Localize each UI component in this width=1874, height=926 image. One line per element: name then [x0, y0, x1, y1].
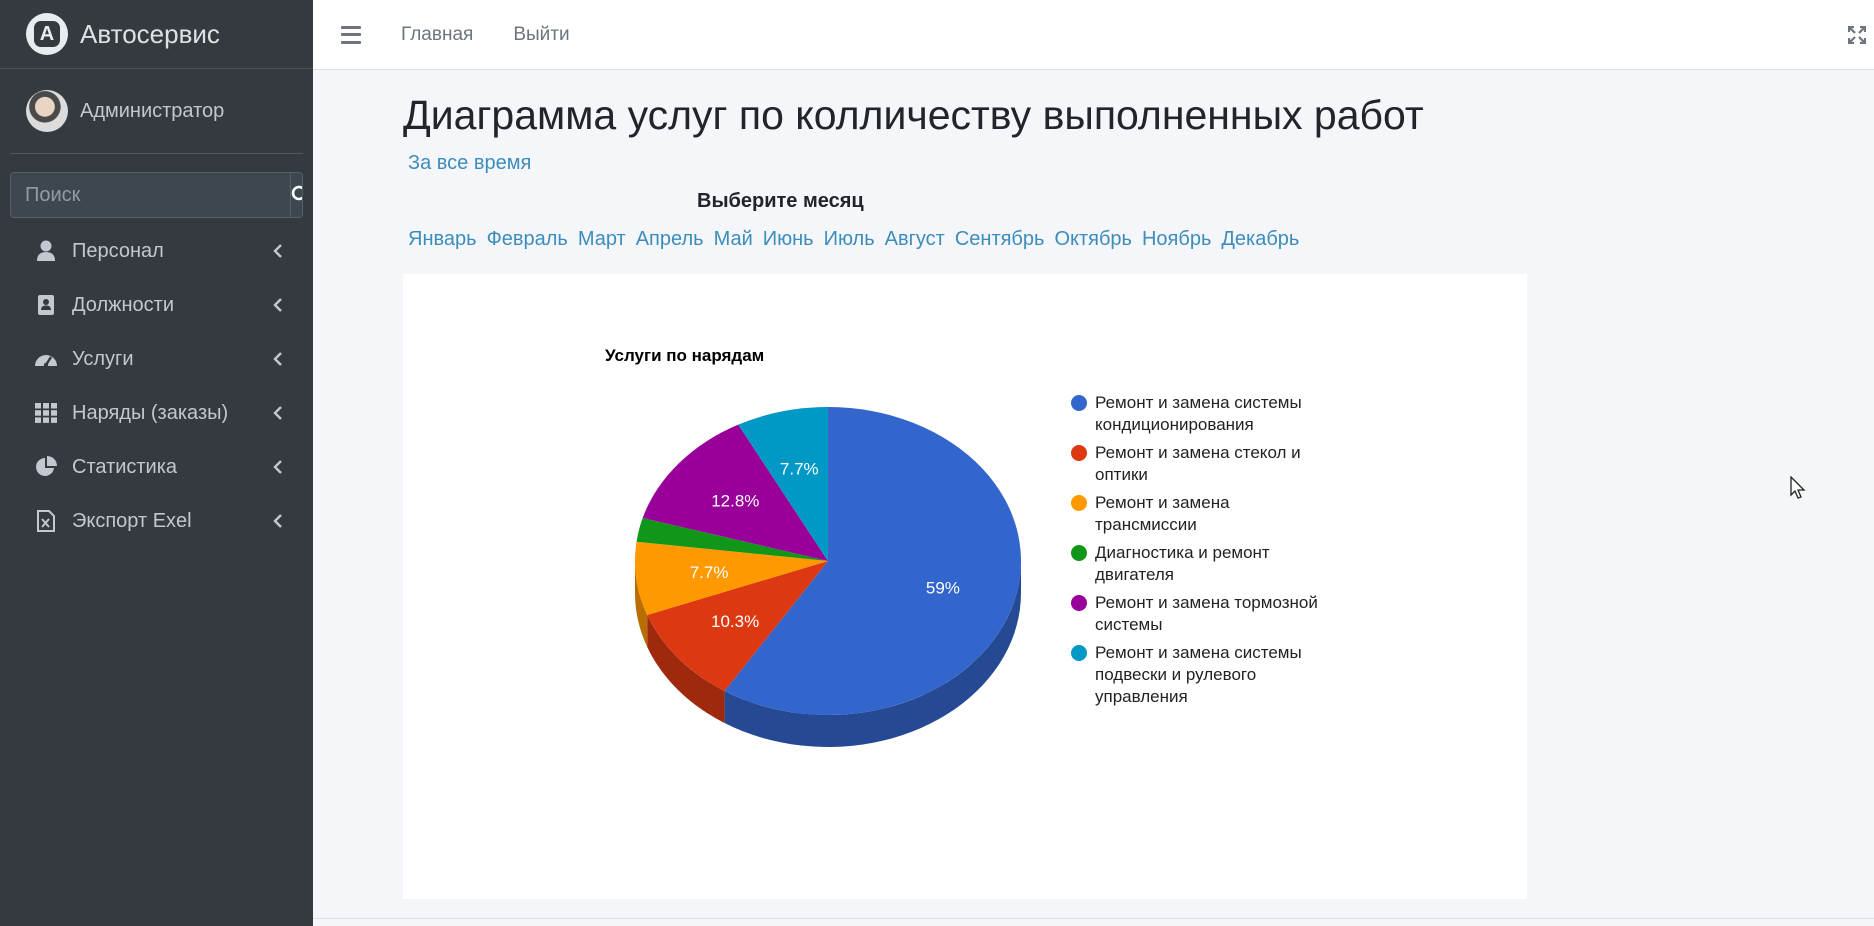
brand-link[interactable]: A Автосервис — [0, 0, 313, 69]
pie-slice-label: 10.3% — [711, 612, 759, 631]
chevron-left-icon — [273, 352, 282, 366]
sidebar-search — [10, 172, 303, 218]
pie-slice-label: 59% — [926, 579, 960, 598]
chevron-left-icon — [273, 460, 282, 474]
pie-slice-label: 7.7% — [690, 563, 729, 582]
top-navbar: Главная Выйти — [313, 0, 1874, 70]
sidebar-item-label: Наряды (заказы) — [72, 401, 229, 424]
logout-link[interactable]: Выйти — [513, 24, 569, 46]
month-link-october[interactable]: Октябрь — [1054, 228, 1132, 251]
legend-dot — [1071, 395, 1087, 411]
grid-icon — [34, 401, 58, 425]
month-link-june[interactable]: Июнь — [763, 228, 814, 251]
footer-divider — [313, 918, 1874, 919]
user-name: Администратор — [80, 99, 225, 122]
chevron-left-icon — [273, 298, 282, 312]
legend-item: Ремонт и замена системы подвески и рулев… — [1071, 642, 1331, 708]
sidebar-item-label: Должности — [72, 293, 175, 316]
chart-legend: Ремонт и замена системы кондиционировани… — [1071, 392, 1331, 714]
sidebar-item-services[interactable]: Услуги — [0, 332, 313, 386]
sidebar-item-positions[interactable]: Должности — [0, 278, 313, 332]
excel-file-icon — [34, 509, 58, 533]
pie-chart-icon — [34, 455, 58, 479]
legend-item: Ремонт и замена трансмиссии — [1071, 492, 1331, 536]
month-link-february[interactable]: Февраль — [487, 228, 568, 251]
month-link-march[interactable]: Март — [578, 228, 626, 251]
legend-item: Ремонт и замена системы кондиционировани… — [1071, 392, 1331, 436]
legend-label: Ремонт и замена системы кондиционировани… — [1095, 393, 1302, 434]
legend-label: Ремонт и замена стекол и оптики — [1095, 443, 1301, 484]
avatar — [26, 90, 68, 132]
sidebar-item-label: Экспорт Exel — [72, 509, 192, 532]
chevron-left-icon — [273, 406, 282, 420]
legend-label: Диагностика и ремонт двигателя — [1095, 543, 1270, 584]
user-panel[interactable]: Администратор — [10, 69, 303, 154]
sidebar-item-label: Статистика — [72, 455, 178, 478]
legend-dot — [1071, 595, 1087, 611]
pie-chart: 59% 10.3% 7.7% 12.8% 7.7% — [635, 407, 1022, 747]
legend-label: Ремонт и замена тормозной системы — [1095, 593, 1318, 634]
sidebar-menu: Персонал Должности Услуги Наряды (заказы… — [0, 224, 313, 548]
chevron-left-icon — [273, 244, 282, 258]
month-link-november[interactable]: Ноябрь — [1142, 228, 1211, 251]
sidebar-item-orders[interactable]: Наряды (заказы) — [0, 386, 313, 440]
month-heading: Выберите месяц — [697, 190, 864, 212]
month-link-may[interactable]: Май — [714, 228, 753, 251]
sidebar-item-statistics[interactable]: Статистика — [0, 440, 313, 494]
sidebar-item-export-excel[interactable]: Экспорт Exel — [0, 494, 313, 548]
tachometer-icon — [34, 347, 58, 371]
chart-card: Услуги по нарядам 59% 10.3% 7.7% 12.8% 7.7% … — [403, 274, 1527, 899]
all-time-link[interactable]: За все время — [408, 152, 531, 175]
month-link-july[interactable]: Июль — [824, 228, 875, 251]
user-icon — [34, 239, 58, 263]
month-link-april[interactable]: Апрель — [636, 228, 704, 251]
legend-dot — [1071, 495, 1087, 511]
legend-item: Диагностика и ремонт двигателя — [1071, 542, 1331, 586]
contact-book-icon — [34, 293, 58, 317]
home-link[interactable]: Главная — [401, 24, 473, 46]
month-link-august[interactable]: Август — [885, 228, 945, 251]
month-links: Январь Февраль Март Апрель Май Июнь Июль… — [408, 228, 1309, 251]
pie-slice-label: 12.8% — [711, 492, 759, 511]
legend-label: Ремонт и замена трансмиссии — [1095, 493, 1230, 534]
fullscreen-icon[interactable] — [1848, 26, 1866, 44]
legend-dot — [1071, 545, 1087, 561]
legend-item: Ремонт и замена тормозной системы — [1071, 592, 1331, 636]
chevron-left-icon — [273, 514, 282, 528]
search-icon — [291, 185, 302, 201]
month-link-december[interactable]: Декабрь — [1221, 228, 1299, 251]
brand-name: Автосервис — [80, 18, 220, 49]
month-link-january[interactable]: Январь — [408, 228, 477, 251]
legend-dot — [1071, 445, 1087, 461]
legend-dot — [1071, 645, 1087, 661]
legend-item: Ремонт и замена стекол и оптики — [1071, 442, 1331, 486]
main-content: Диаграмма услуг по колличеству выполненн… — [313, 70, 1874, 926]
legend-label: Ремонт и замена системы подвески и рулев… — [1095, 643, 1302, 706]
sidebar-item-label: Персонал — [72, 239, 164, 262]
sidebar-item-personnel[interactable]: Персонал — [0, 224, 313, 278]
pie-slice-label: 7.7% — [780, 459, 819, 478]
search-input[interactable] — [11, 173, 290, 217]
brand-logo-icon: A — [26, 13, 68, 55]
month-link-september[interactable]: Сентябрь — [955, 228, 1045, 251]
search-button[interactable] — [290, 173, 302, 217]
sidebar-item-label: Услуги — [72, 347, 134, 370]
sidebar: A Автосервис Администратор Персонал Долж… — [0, 0, 313, 926]
menu-toggle-icon[interactable] — [341, 25, 361, 44]
mouse-cursor-icon — [1790, 476, 1806, 499]
page-title: Диаграмма услуг по колличеству выполненн… — [403, 92, 1424, 138]
